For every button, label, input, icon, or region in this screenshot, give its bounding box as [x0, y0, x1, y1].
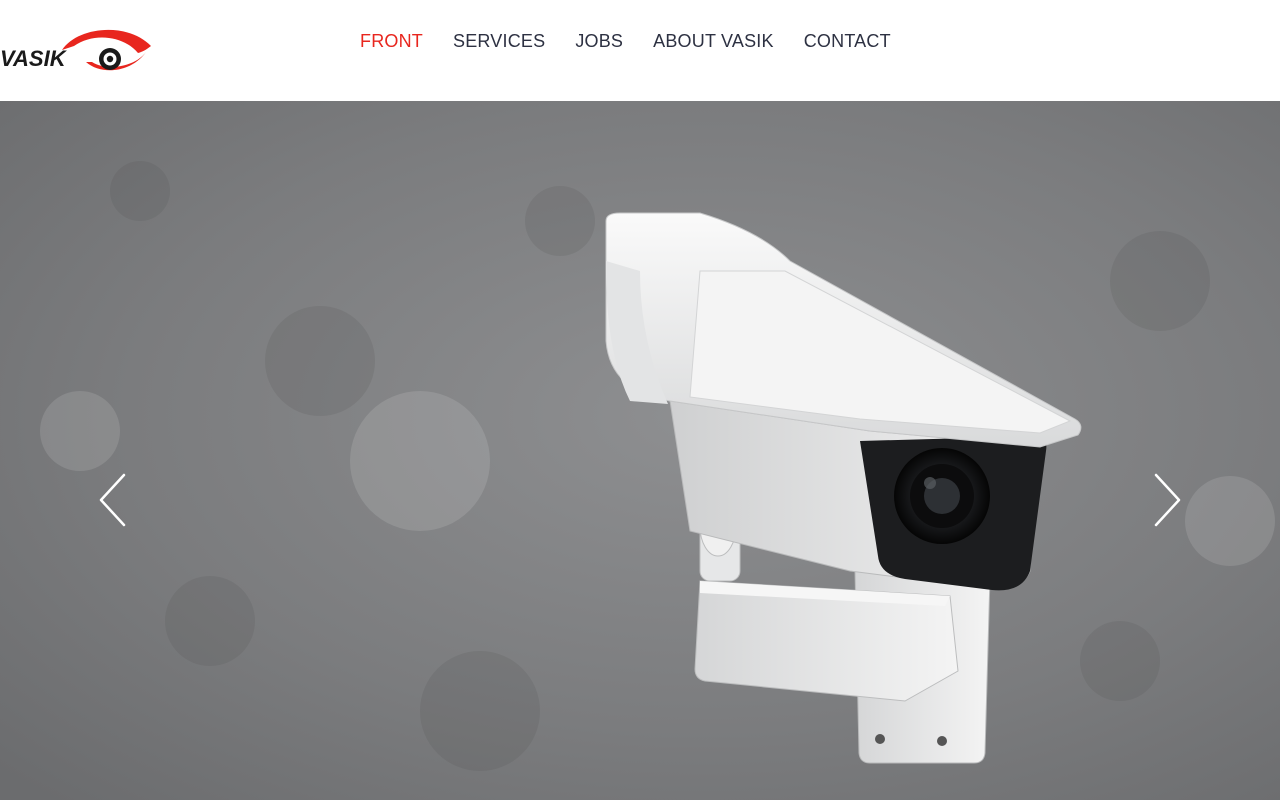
main-navigation: FRONT SERVICES JOBS ABOUT VASIK CONTACT — [360, 29, 891, 53]
nav-item-front[interactable]: FRONT — [360, 29, 423, 53]
nav-item-services[interactable]: SERVICES — [453, 29, 545, 53]
vasik-logo[interactable]: VASIK aps — [0, 28, 152, 74]
site-header: VASIK aps FRONT SERVICES JOBS ABOUT VASI… — [0, 0, 1280, 101]
hero-slideshow — [0, 101, 1280, 800]
chevron-right-icon[interactable] — [1152, 473, 1182, 527]
logo-wordmark: VASIK — [0, 46, 68, 71]
chevron-left-icon[interactable] — [98, 473, 128, 527]
nav-item-contact[interactable]: CONTACT — [804, 29, 891, 53]
hero-image — [0, 101, 1280, 800]
logo-suffix: aps — [75, 45, 89, 56]
nav-item-jobs[interactable]: JOBS — [575, 29, 623, 53]
nav-item-about-vasik[interactable]: ABOUT VASIK — [653, 29, 774, 53]
